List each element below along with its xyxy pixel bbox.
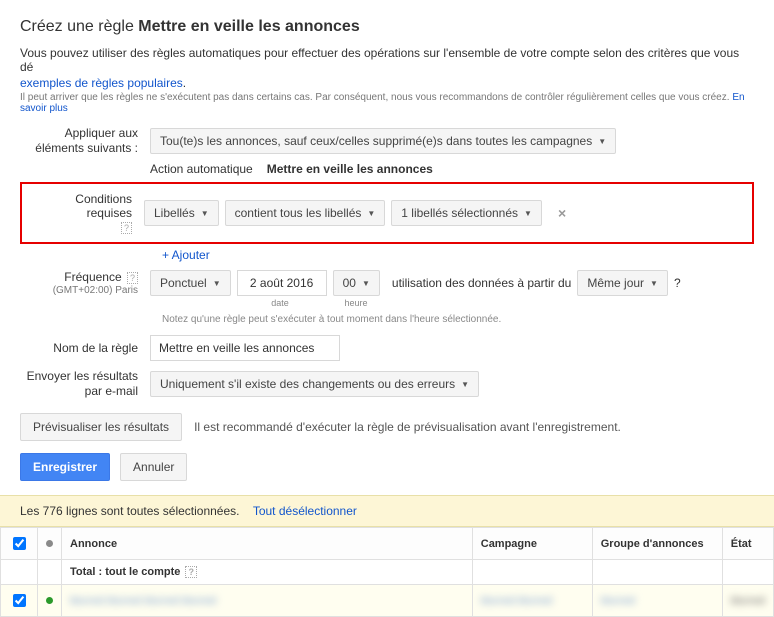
help-icon[interactable]: ? [674,276,681,290]
frequency-hour-dropdown[interactable]: 00 ▼ [333,270,380,296]
row-checkbox[interactable] [13,594,26,607]
save-button[interactable]: Enregistrer [20,453,110,481]
condition-operator-dropdown[interactable]: contient tous les libellés ▼ [225,200,386,226]
caret-down-icon: ▼ [524,209,532,218]
status-header[interactable] [38,528,62,560]
cell-annonce: blurred blurred blurred blurred [70,595,216,607]
col-annonce[interactable]: Annonce [62,528,473,560]
col-campagne[interactable]: Campagne [472,528,592,560]
cell-groupe: blurred [601,595,635,607]
status-dot-icon [46,540,53,547]
cell-etat: blurred [731,595,765,607]
action-value: Mettre en veille les annonces [267,162,433,176]
frequency-sameday-dropdown[interactable]: Même jour ▼ [577,270,668,296]
condition-field-dropdown[interactable]: Libellés ▼ [144,200,219,226]
col-groupe[interactable]: Groupe d'annonces [592,528,722,560]
title-rule-name: Mettre en veille les annonces [138,18,359,35]
col-etat[interactable]: État [722,528,773,560]
action-label: Action automatique [150,162,253,176]
frequency-usage-text: utilisation des données à partir du [392,276,571,290]
examples-link[interactable]: exemples de règles populaires [20,76,183,90]
deselect-all-link[interactable]: Tout désélectionner [253,504,357,518]
help-icon[interactable]: ? [127,272,138,284]
table-row[interactable]: blurred blurred blurred blurred blurred … [1,585,774,617]
rulename-label: Nom de la règle [20,341,150,355]
email-dropdown[interactable]: Uniquement s'il existe des changements o… [150,371,479,397]
selection-text: Les 776 lignes sont toutes sélectionnées… [20,504,239,518]
select-all-checkbox[interactable] [13,537,26,550]
caret-down-icon: ▼ [598,137,606,146]
caret-down-icon: ▼ [367,209,375,218]
remove-condition-button[interactable]: × [552,205,572,221]
condition-value-dropdown[interactable]: 1 libellés sélectionnés ▼ [391,200,542,226]
frequency-mode-dropdown[interactable]: Ponctuel ▼ [150,270,231,296]
caret-down-icon: ▼ [650,279,658,288]
conditions-label: Conditions requises ? [28,192,144,234]
conditions-box: Conditions requises ? Libellés ▼ contien… [20,182,754,244]
page-title: Créez une règle Mettre en veille les ann… [20,18,754,36]
table-total-row: Total : tout le compte ? [1,560,774,585]
intro-subtext: Il peut arriver que les règles ne s'exéc… [20,92,754,114]
caret-down-icon: ▼ [213,279,221,288]
frequency-note: Notez qu'une règle peut s'exécuter à tou… [162,314,754,325]
frequency-date-input[interactable] [237,270,327,296]
frequency-label: Fréquence ? (GMT+02:00) Paris [20,270,150,298]
results-table: Annonce Campagne Groupe d'annonces État … [0,527,774,617]
help-icon[interactable]: ? [121,222,132,234]
status-dot-icon [46,597,53,604]
hour-sublabel: heure [328,298,384,308]
cancel-button[interactable]: Annuler [120,453,187,481]
cell-campagne: blurred blurred [481,595,553,607]
rulename-input[interactable] [150,335,340,361]
apply-to-dropdown[interactable]: Tou(te)s les annonces, sauf ceux/celles … [150,128,616,154]
caret-down-icon: ▼ [461,380,469,389]
selection-bar: Les 776 lignes sont toutes sélectionnées… [0,495,774,527]
help-icon[interactable]: ? [185,566,197,578]
preview-recommendation: Il est recommandé d'exécuter la règle de… [194,420,621,434]
caret-down-icon: ▼ [201,209,209,218]
intro-text: Vous pouvez utiliser des règles automati… [20,46,754,74]
title-prefix: Créez une règle [20,18,134,35]
preview-button[interactable]: Prévisualiser les résultats [20,413,182,441]
date-sublabel: date [232,298,328,308]
email-label: Envoyer les résultats par e-mail [20,369,150,399]
add-condition-link[interactable]: + Ajouter [162,248,754,262]
caret-down-icon: ▼ [362,279,370,288]
apply-to-label: Appliquer aux éléments suivants : [20,126,150,156]
